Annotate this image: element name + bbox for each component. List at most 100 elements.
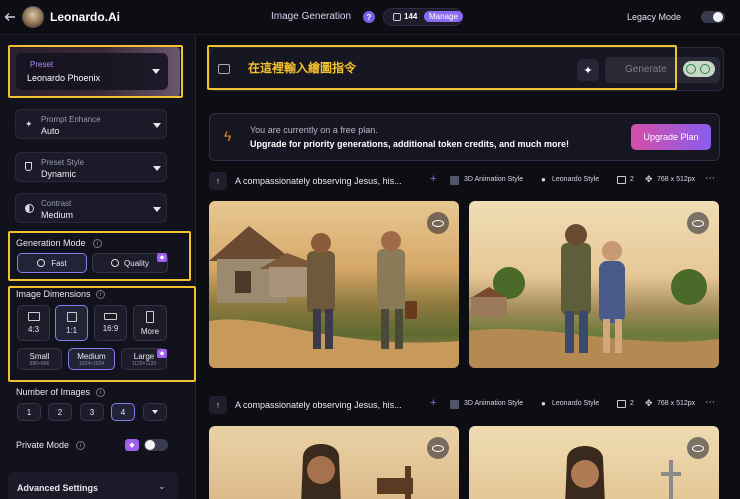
private-mode-label: Private Mode bbox=[16, 440, 70, 450]
image-count: 2 bbox=[630, 400, 634, 407]
prompt-enhance-value: Auto bbox=[41, 126, 60, 136]
add-icon[interactable]: + bbox=[430, 173, 436, 185]
page-title: Image Generation bbox=[271, 11, 352, 22]
generation-prompt[interactable]: A compassionately observing Jesus, his..… bbox=[235, 176, 402, 186]
flask-icon bbox=[25, 162, 32, 171]
count-3-button[interactable]: 3 bbox=[80, 403, 104, 421]
back-arrow-icon[interactable] bbox=[3, 10, 17, 24]
eye-icon[interactable] bbox=[427, 437, 449, 459]
preset-chevron-icon bbox=[152, 69, 160, 74]
preset-card[interactable]: Preset Leonardo Phoenix bbox=[10, 47, 180, 97]
size-label: Medium bbox=[77, 351, 106, 361]
size-dims: 896×896 bbox=[29, 360, 50, 367]
sidebar: Preset Leonardo Phoenix ✦ Prompt Enhance… bbox=[0, 35, 196, 499]
legacy-mode-toggle[interactable] bbox=[701, 11, 725, 23]
generated-image[interactable] bbox=[209, 426, 459, 499]
size-small-button[interactable]: Small 896×896 bbox=[17, 348, 62, 370]
contrast-select[interactable]: Contrast Medium bbox=[15, 193, 167, 223]
eye-icon[interactable] bbox=[687, 212, 709, 234]
generation-prompt[interactable]: A compassionately observing Jesus, his..… bbox=[235, 400, 402, 410]
app-root: Leonardo.Ai Image Generation ? 144 Manag… bbox=[0, 0, 740, 499]
manage-button[interactable]: Manage bbox=[424, 11, 463, 22]
info-icon[interactable]: i bbox=[96, 388, 105, 397]
scene-illustration bbox=[565, 446, 681, 499]
add-icon[interactable]: + bbox=[430, 397, 436, 409]
more-options-icon[interactable]: ⋯ bbox=[705, 173, 715, 184]
private-mode-toggle[interactable] bbox=[144, 439, 168, 451]
scene-illustration bbox=[469, 224, 719, 368]
style-name: Leonardo Style bbox=[552, 176, 600, 183]
info-icon[interactable]: i bbox=[96, 290, 105, 299]
info-icon[interactable]: i bbox=[76, 441, 85, 450]
count-label: 3 bbox=[89, 407, 95, 417]
image-upload-icon[interactable] bbox=[218, 64, 230, 74]
quality-label: Quality bbox=[124, 258, 149, 268]
number-of-images-title: Number of Images bbox=[16, 387, 91, 397]
dimensions-icon: ✥ bbox=[645, 398, 653, 408]
eye-icon[interactable] bbox=[427, 212, 449, 234]
token-icon bbox=[393, 13, 401, 21]
chevron-down-icon bbox=[153, 166, 161, 171]
scroll-up-button[interactable]: ↑ bbox=[209, 396, 227, 414]
ratio-label: 16:9 bbox=[102, 324, 119, 333]
images-icon bbox=[617, 400, 626, 408]
generate-button[interactable]: Generate bbox=[605, 57, 720, 83]
count-more-button[interactable] bbox=[143, 403, 167, 421]
prompt-enhance-sparkle-button[interactable]: ✦ bbox=[577, 59, 599, 81]
fast-mode-button[interactable]: Fast bbox=[17, 253, 87, 273]
ratio-1-1-button[interactable]: 1:1 bbox=[55, 305, 88, 341]
model-name: 3D Animation Style bbox=[464, 400, 524, 407]
contrast-label: Contrast bbox=[41, 199, 72, 208]
token-pill[interactable]: 144 Manage bbox=[383, 8, 463, 26]
size-medium-button[interactable]: Medium 1024×1024 bbox=[68, 348, 115, 370]
generation-header: ↑ A compassionately observing Jesus, his… bbox=[209, 395, 724, 415]
upgrade-plan-button[interactable]: Upgrade Plan bbox=[631, 124, 711, 150]
prompt-bar: 在這裡輸入繪圖指令 ✦ Generate bbox=[209, 47, 724, 91]
check-circle-icon bbox=[111, 259, 120, 267]
advanced-settings-toggle[interactable]: Advanced Settings ⌄ bbox=[8, 472, 178, 499]
ratio-more-button[interactable]: More bbox=[133, 305, 167, 341]
generated-image[interactable] bbox=[209, 201, 459, 368]
fast-label: Fast bbox=[51, 258, 67, 268]
count-4-button[interactable]: 4 bbox=[111, 403, 135, 421]
count-2-button[interactable]: 2 bbox=[48, 403, 72, 421]
contrast-value: Medium bbox=[41, 210, 74, 220]
ratio-4-3-button[interactable]: 4:3 bbox=[17, 305, 50, 341]
generated-image[interactable] bbox=[469, 201, 719, 368]
ratio-portrait-icon bbox=[146, 310, 154, 323]
image-size: 768 x 512px bbox=[657, 176, 696, 183]
generation-header: ↑ A compassionately observing Jesus, his… bbox=[209, 171, 724, 191]
preset-style-select[interactable]: Preset Style Dynamic bbox=[15, 152, 167, 182]
images-icon bbox=[617, 176, 626, 184]
image-dimensions-title: Image Dimensions bbox=[16, 289, 91, 299]
style-name: Leonardo Style bbox=[552, 400, 600, 407]
ratio-label: More bbox=[140, 326, 160, 336]
ratio-label: 4:3 bbox=[27, 325, 40, 334]
model-icon bbox=[450, 400, 459, 409]
generated-image[interactable] bbox=[469, 426, 719, 499]
scene-illustration bbox=[209, 226, 459, 368]
count-label: 2 bbox=[57, 407, 63, 417]
preset-label: Preset bbox=[30, 60, 54, 69]
count-1-button[interactable]: 1 bbox=[17, 403, 41, 421]
image-size: 768 x 512px bbox=[657, 400, 696, 407]
size-dims: 1120×1120 bbox=[131, 360, 157, 367]
prompt-input[interactable]: 在這裡輸入繪圖指令 bbox=[248, 59, 356, 76]
chevron-down-icon: ⌄ bbox=[158, 481, 166, 491]
more-options-icon[interactable]: ⋯ bbox=[705, 397, 715, 408]
info-icon[interactable]: i bbox=[93, 239, 102, 248]
preset-style-value: Dynamic bbox=[41, 169, 77, 179]
eye-icon[interactable] bbox=[687, 437, 709, 459]
prompt-enhance-select[interactable]: ✦ Prompt Enhance Auto bbox=[15, 109, 167, 139]
premium-gem-icon: ◆ bbox=[157, 253, 167, 262]
size-label: Large bbox=[133, 351, 155, 361]
token-cost-badge bbox=[683, 61, 715, 77]
ratio-16-9-button[interactable]: 16:9 bbox=[94, 305, 127, 341]
count-label: 4 bbox=[120, 407, 126, 417]
scroll-up-button[interactable]: ↑ bbox=[209, 172, 227, 190]
premium-gem-icon: ◆ bbox=[157, 349, 167, 358]
token-count: 144 bbox=[404, 12, 418, 21]
help-icon[interactable]: ? bbox=[363, 11, 375, 23]
model-name: 3D Animation Style bbox=[464, 176, 524, 183]
preset-style-label: Preset Style bbox=[41, 158, 85, 167]
